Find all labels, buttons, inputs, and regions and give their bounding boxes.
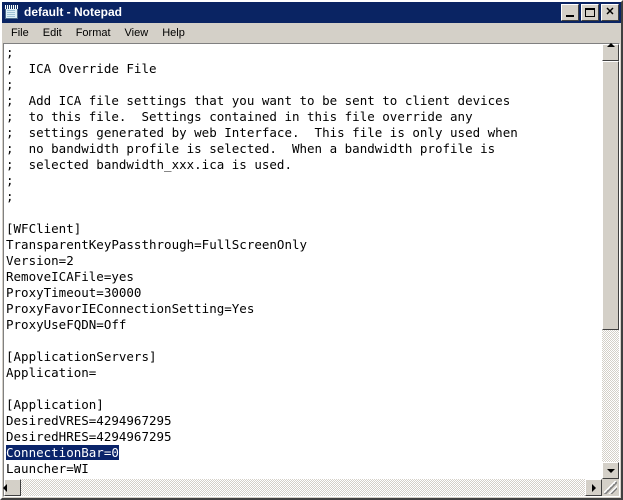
title-bar[interactable]: default - Notepad ✕ (2, 2, 621, 23)
editor-line: DesiredVRES=4294967295 (6, 413, 172, 428)
scroll-down-arrow-icon (606, 468, 615, 473)
editor-line: ProxyTimeout=30000 (6, 285, 142, 300)
close-button[interactable]: ✕ (601, 4, 619, 21)
scroll-up-button[interactable] (602, 43, 619, 61)
menu-item-view[interactable]: View (118, 24, 156, 42)
notepad-window: default - Notepad ✕ File Edit Format Vie… (0, 0, 623, 500)
notepad-icon (4, 5, 20, 20)
resize-grip[interactable] (602, 479, 619, 496)
editor-line: Version=2 (6, 253, 74, 268)
resize-grip-icon (604, 481, 617, 494)
scroll-right-button[interactable] (585, 479, 602, 496)
scroll-right-arrow-icon (591, 483, 596, 492)
horizontal-scrollbar[interactable] (3, 479, 602, 496)
editor-line: ; no bandwidth profile is selected. When… (6, 141, 496, 156)
editor-line: ; (6, 77, 14, 92)
editor-line: ; (6, 45, 14, 60)
scroll-left-button[interactable] (3, 479, 21, 496)
editor-line: ProxyUseFQDN=Off (6, 317, 127, 332)
menu-item-file[interactable]: File (4, 24, 36, 42)
maximize-button[interactable] (581, 4, 599, 21)
editor-line: ; settings generated by web Interface. T… (6, 125, 518, 140)
menu-item-edit[interactable]: Edit (36, 24, 69, 42)
editor-line: ProxyFavorIEConnectionSetting=Yes (6, 301, 255, 316)
editor-frame: ;; ICA Override File;; Add ICA file sett… (3, 43, 620, 497)
close-icon: ✕ (605, 6, 615, 18)
editor-line: RemoveICAFile=yes (6, 269, 134, 284)
menu-item-format[interactable]: Format (69, 24, 118, 42)
editor-line: [ApplicationServers] (6, 349, 157, 364)
editor-text[interactable]: ;; ICA Override File;; Add ICA file sett… (6, 45, 602, 479)
scroll-down-button[interactable] (602, 462, 619, 479)
vertical-scrollbar-thumb[interactable] (602, 61, 619, 330)
scroll-left-arrow-icon (3, 483, 7, 492)
editor-line: Application= (6, 365, 97, 380)
editor-line: ; selected bandwidth_xxx.ica is used. (6, 157, 292, 172)
editor-line: ; to this file. Settings contained in th… (6, 109, 473, 124)
editor-line: Launcher=WI (6, 461, 89, 476)
menu-item-help[interactable]: Help (155, 24, 192, 42)
editor-line: DesiredHRES=4294967295 (6, 429, 172, 444)
vertical-scrollbar[interactable] (602, 43, 619, 479)
client-area: ;; ICA Override File;; Add ICA file sett… (2, 43, 621, 498)
scroll-up-arrow-icon (606, 43, 615, 47)
editor-line: ConnectionBar=0 (6, 445, 602, 461)
editor-line: ; (6, 189, 14, 204)
editor-line: ; ICA Override File (6, 61, 157, 76)
editor-line: [WFClient] (6, 221, 82, 236)
editor-line: [Application] (6, 397, 104, 412)
editor-line: ; Add ICA file settings that you want to… (6, 93, 511, 108)
selected-text: ConnectionBar=0 (6, 445, 119, 460)
menu-bar: File Edit Format View Help (2, 23, 621, 43)
window-title: default - Notepad (24, 5, 122, 19)
window-controls: ✕ (561, 4, 619, 21)
editor-line: TransparentKeyPassthrough=FullScreenOnly (6, 237, 308, 252)
editor-line: ; (6, 173, 14, 188)
minimize-button[interactable] (561, 4, 579, 21)
text-editor[interactable]: ;; ICA Override File;; Add ICA file sett… (4, 44, 602, 479)
